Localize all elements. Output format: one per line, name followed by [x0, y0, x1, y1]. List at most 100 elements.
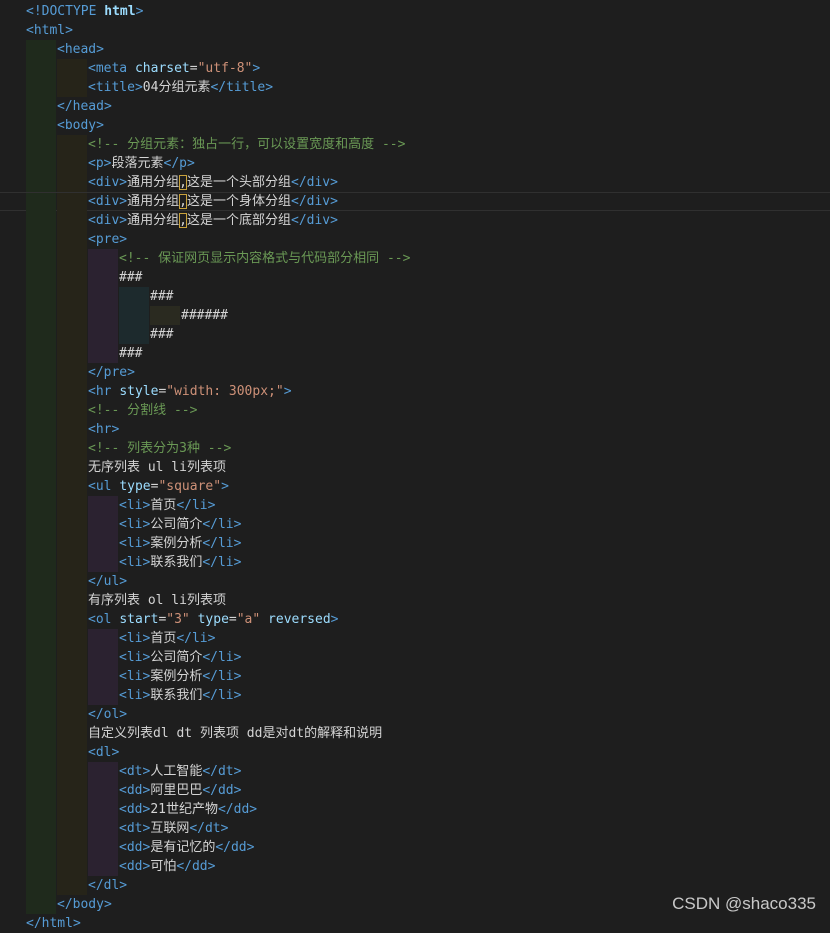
code-token: 04分组元素	[142, 80, 211, 95]
code-line[interactable]: <li>联系我们</li>	[0, 686, 830, 705]
code-token: <dd>	[119, 802, 151, 817]
code-line[interactable]: <!-- 保证网页显示内容格式与代码部分相同 -->	[0, 249, 830, 268]
code-content: ######	[181, 306, 228, 325]
code-line[interactable]: <dt>人工智能</dt>	[0, 762, 830, 781]
code-line[interactable]: <li>联系我们</li>	[0, 553, 830, 572]
code-line[interactable]: <!DOCTYPE html>	[0, 2, 830, 21]
indent-guide	[26, 401, 56, 420]
code-line[interactable]: <dd>是有记忆的</dd>	[0, 838, 830, 857]
code-content: <!-- 保证网页显示内容格式与代码部分相同 -->	[119, 249, 410, 268]
code-line[interactable]: <dt>互联网</dt>	[0, 819, 830, 838]
code-token: <li>	[119, 517, 151, 532]
code-line[interactable]: <dd>21世纪产物</dd>	[0, 800, 830, 819]
code-line[interactable]: <dl>	[0, 743, 830, 762]
code-line[interactable]: <li>首页</li>	[0, 629, 830, 648]
code-line[interactable]: 有序列表 ol li列表项	[0, 591, 830, 610]
code-line[interactable]: <li>案例分析</li>	[0, 667, 830, 686]
code-token: <html>	[26, 23, 73, 38]
code-token: <dd>	[119, 840, 151, 855]
code-content: </ol>	[88, 705, 127, 724]
indent-guide	[26, 724, 56, 743]
code-line[interactable]: 自定义列表dl dt 列表项 dd是对dt的解释和说明	[0, 724, 830, 743]
code-line[interactable]: </ul>	[0, 572, 830, 591]
indent-guide	[88, 249, 118, 268]
code-line[interactable]: <!-- 分割线 -->	[0, 401, 830, 420]
code-line[interactable]: ###	[0, 344, 830, 363]
code-content: ###	[150, 325, 173, 344]
code-token: <hr	[88, 384, 120, 399]
code-line[interactable]: 无序列表 ul li列表项	[0, 458, 830, 477]
code-content: <hr>	[88, 420, 119, 439]
code-token: 通用分组	[127, 213, 180, 228]
indent-guide	[26, 211, 56, 230]
code-line[interactable]: <hr>	[0, 420, 830, 439]
code-token: 可怕	[150, 859, 177, 874]
indent-guide	[57, 230, 87, 249]
code-line[interactable]: <p>段落元素</p>	[0, 154, 830, 173]
code-line[interactable]: <li>公司简介</li>	[0, 648, 830, 667]
code-content: <dd>阿里巴巴</dd>	[119, 781, 241, 800]
code-token: ######	[181, 308, 228, 323]
indent-guide	[26, 496, 56, 515]
indent-guide	[26, 193, 56, 212]
code-token: <body>	[57, 118, 104, 133]
code-line[interactable]: <hr style="width: 300px;">	[0, 382, 830, 401]
code-line[interactable]: </pre>	[0, 363, 830, 382]
code-token: 公司简介	[150, 650, 203, 665]
indent-guide	[57, 629, 87, 648]
code-token: ,	[179, 194, 187, 209]
code-line[interactable]: <html>	[0, 21, 830, 40]
indent-guide	[26, 59, 56, 78]
code-content: <div>通用分组,这是一个底部分组</div>	[88, 211, 338, 230]
indent-guide	[150, 306, 180, 325]
code-line[interactable]: </head>	[0, 97, 830, 116]
code-content: <li>联系我们</li>	[119, 553, 241, 572]
indent-guide	[88, 819, 118, 838]
indent-guide	[57, 648, 87, 667]
code-token: </dt>	[189, 821, 229, 836]
code-line[interactable]: <body>	[0, 116, 830, 135]
code-line[interactable]: <ol start="3" type="a" reversed>	[0, 610, 830, 629]
code-line[interactable]: <div>通用分组,这是一个底部分组</div>	[0, 211, 830, 230]
code-token: 阿里巴巴	[150, 783, 203, 798]
indent-guide	[26, 819, 56, 838]
code-line[interactable]: ######	[0, 306, 830, 325]
code-line[interactable]: <div>通用分组,这是一个头部分组</div>	[0, 173, 830, 192]
code-line[interactable]: </dl>	[0, 876, 830, 895]
code-content: </dl>	[88, 876, 127, 895]
code-line[interactable]: <ul type="square">	[0, 477, 830, 496]
indent-guide	[26, 629, 56, 648]
code-line[interactable]: <!-- 列表分为3种 -->	[0, 439, 830, 458]
code-line[interactable]: <!-- 分组元素：独占一行，可以设置宽度和高度 -->	[0, 135, 830, 154]
code-line[interactable]: <li>首页</li>	[0, 496, 830, 515]
code-token: charset	[134, 61, 190, 76]
code-line[interactable]: <pre>	[0, 230, 830, 249]
indent-guide	[26, 762, 56, 781]
code-line[interactable]: <li>公司简介</li>	[0, 515, 830, 534]
code-line[interactable]: ###	[0, 287, 830, 306]
indent-guide	[88, 648, 118, 667]
code-token: </dl>	[88, 878, 128, 893]
code-editor[interactable]: <!DOCTYPE html> <html> <head> <meta charset…	[0, 0, 830, 931]
indent-guide	[119, 287, 149, 306]
indent-guide	[26, 306, 56, 325]
indent-guide	[26, 173, 56, 192]
indent-guide	[57, 59, 87, 78]
code-line[interactable]: <dd>阿里巴巴</dd>	[0, 781, 830, 800]
code-line[interactable]: ###	[0, 325, 830, 344]
code-token: <dd>	[119, 859, 151, 874]
code-line[interactable]: <meta charset="utf-8">	[0, 59, 830, 78]
code-line[interactable]: <div>通用分组,这是一个身体分组</div>	[0, 192, 830, 212]
code-line[interactable]: ###	[0, 268, 830, 287]
code-line[interactable]: <dd>可怕</dd>	[0, 857, 830, 876]
indent-guide	[57, 724, 87, 743]
indent-guide	[26, 363, 56, 382]
code-line[interactable]: </ol>	[0, 705, 830, 724]
indent-guide	[57, 211, 87, 230]
code-line[interactable]: <head>	[0, 40, 830, 59]
code-line[interactable]: </html>	[0, 914, 830, 933]
code-line[interactable]: <li>案例分析</li>	[0, 534, 830, 553]
indent-guide	[26, 895, 56, 914]
code-line[interactable]: <title>04分组元素</title>	[0, 78, 830, 97]
indent-guide	[88, 344, 118, 363]
